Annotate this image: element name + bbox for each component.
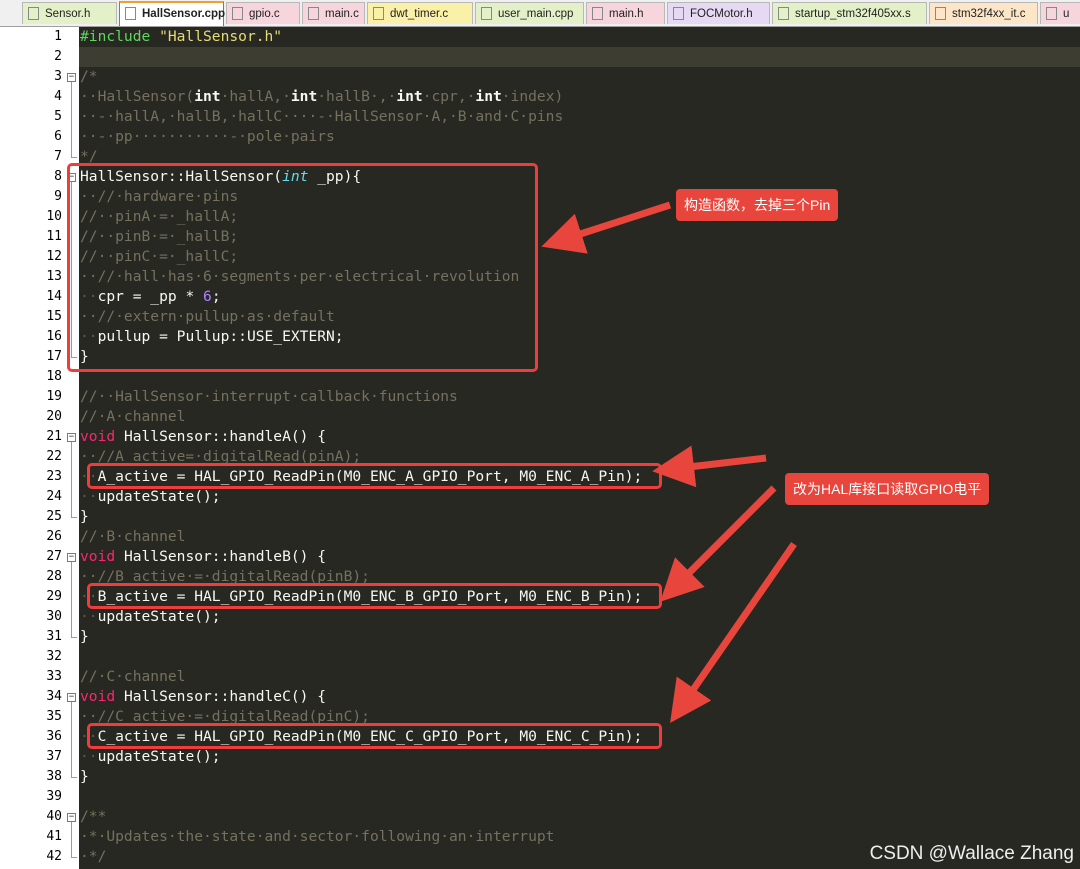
arrow-to-constructor — [541, 201, 672, 254]
callout-hal-gpio: 改为HAL库接口读取GPIO电平 — [785, 473, 990, 505]
callout-constructor: 构造函数，去掉三个Pin — [676, 189, 839, 221]
arrow-to-line-29 — [660, 485, 777, 602]
annotation-arrows — [541, 201, 797, 724]
arrow-to-line-23 — [652, 445, 767, 488]
watermark: CSDN @Wallace Zhang — [869, 843, 1074, 864]
arrow-to-line-36 — [670, 542, 797, 724]
